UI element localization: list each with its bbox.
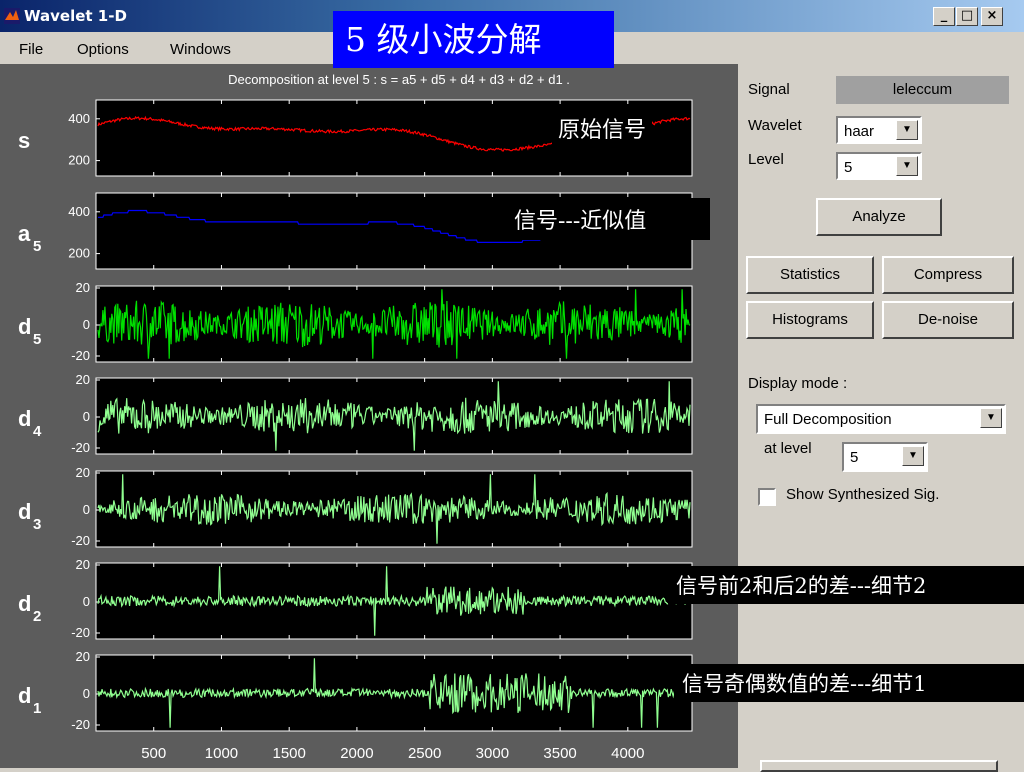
axes-row-7: d1 20 0 -20 [18,649,693,732]
histograms-button[interactable]: Histograms [746,301,874,339]
axes-row-6: d2 20 0 -20 [18,557,693,640]
chevron-down-icon: ▼ [896,156,918,176]
compress-button[interactable]: Compress [882,256,1014,294]
annotation-approximation: 信号---近似值 [508,198,710,240]
level-label: Level [748,151,784,168]
y-tick-label: 200 [68,246,90,261]
y-tick-label: 20 [76,465,90,480]
row-label-subscript: 3 [33,516,41,533]
display-mode-select[interactable]: Full Decomposition ▼ [756,404,1006,434]
y-tick-label: 20 [76,557,90,572]
at-level-label: at level [764,440,812,457]
plot-area: Decomposition at level 5 : s = a5 + d5 +… [0,64,738,768]
y-tick-label: 20 [76,280,90,295]
axes-row-4: d4 20 0 -20 [18,372,693,455]
banner-title: 5 级小波分解 [333,11,614,68]
matlab-icon [4,8,20,24]
level-value: 5 [844,159,853,176]
row-label: d [18,683,31,708]
y-tick-label: 20 [76,372,90,387]
window-title: Wavelet 1-D [24,7,127,25]
x-tick-label: 2000 [340,745,373,762]
annotation-detail1: 信号奇偶数值的差---细节1 [674,664,1024,702]
row-label: a [18,221,31,246]
decomposition-axes[interactable]: s400200a5400200d5200-20d4200-20d3200-20d… [0,64,738,768]
maximize-button[interactable]: □ [956,7,978,26]
display-mode-label: Display mode : [748,375,848,392]
close-button[interactable]: × [981,7,1003,26]
statistics-button[interactable]: Statistics [746,256,874,294]
x-tick-label: 3500 [543,745,576,762]
denoise-button[interactable]: De-noise [882,301,1014,339]
wavelet-select[interactable]: haar ▼ [836,116,922,144]
row-label-subscript: 2 [33,608,41,625]
y-tick-label: -20 [71,348,90,363]
x-tick-label: 500 [141,745,166,762]
x-tick-label: 3000 [476,745,509,762]
y-tick-label: 0 [83,686,90,701]
annotation-original-signal: 原始信号 [552,110,653,146]
display-mode-value: Full Decomposition [764,411,892,428]
menu-windows[interactable]: Windows [170,41,231,58]
y-tick-label: 0 [83,317,90,332]
show-synthesized-label: Show Synthesized Sig. [786,486,940,503]
signal-name-field: leleccum [836,76,1009,104]
y-tick-label: 200 [68,153,90,168]
show-synthesized-checkbox[interactable] [758,488,776,506]
y-tick-label: -20 [71,533,90,548]
annotation-detail2: 信号前2和后2的差---细节2 [668,566,1024,604]
wavelet-label: Wavelet [748,117,802,134]
menu-file[interactable]: File [19,41,43,58]
row-label: d [18,591,31,616]
row-label-subscript: 5 [33,331,41,348]
row-label-subscript: 5 [33,238,41,255]
axes-row-5: d3 20 0 -20 [18,465,693,548]
y-tick-label: 400 [68,111,90,126]
y-tick-label: 0 [83,502,90,517]
wavelet-value: haar [844,123,875,140]
y-tick-label: 0 [83,594,90,609]
x-tick-label: 4000 [611,745,644,762]
x-tick-label: 1500 [272,745,305,762]
row-label: s [18,128,30,153]
row-label-subscript: 1 [33,700,41,717]
analyze-button[interactable]: Analyze [816,198,942,236]
row-label: d [18,406,31,431]
y-tick-label: 0 [83,409,90,424]
y-tick-label: 400 [68,204,90,219]
minimize-button[interactable]: _ [933,7,955,26]
y-tick-label: -20 [71,440,90,455]
chevron-down-icon: ▼ [896,120,918,140]
y-tick-label: -20 [71,717,90,732]
chevron-down-icon: ▼ [980,408,1002,428]
x-tick-label: 2500 [408,745,441,762]
level-select[interactable]: 5 ▼ [836,152,922,180]
y-tick-label: 20 [76,649,90,664]
at-level-value: 5 [850,449,859,466]
chevron-down-icon: ▼ [902,446,924,466]
row-label: d [18,499,31,524]
row-label-subscript: 4 [33,423,42,440]
control-panel: Signal leleccum Wavelet haar ▼ Level 5 ▼… [738,64,1024,768]
menu-options[interactable]: Options [77,41,129,58]
x-tick-label: 1000 [205,745,238,762]
bottom-panel-button[interactable] [760,760,998,772]
at-level-select[interactable]: 5 ▼ [842,442,928,472]
y-tick-label: -20 [71,625,90,640]
signal-label: Signal [748,81,790,98]
row-label: d [18,314,31,339]
axes-row-3: d5 20 0 -20 [18,280,693,363]
